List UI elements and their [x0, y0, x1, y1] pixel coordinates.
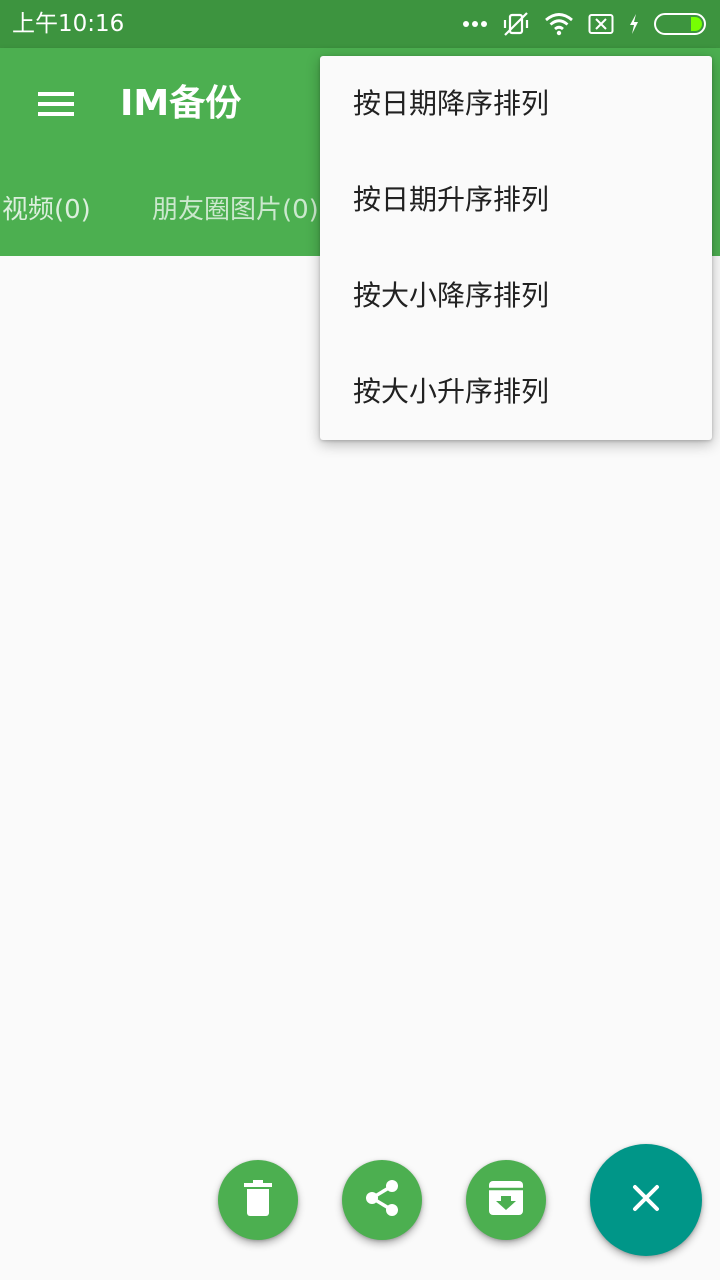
vibrate-off-icon: [502, 10, 530, 38]
share-button[interactable]: [342, 1160, 422, 1240]
status-icons: [462, 10, 708, 38]
tab-moments-images[interactable]: 朋友圈图片(0): [152, 188, 319, 232]
sort-menu: 按日期降序排列 按日期升序排列 按大小降序排列 按大小升序排列: [320, 56, 712, 440]
archive-download-icon: [487, 1179, 525, 1221]
more-dots-icon: [462, 19, 488, 29]
menu-item-date-desc[interactable]: 按日期降序排列: [320, 56, 712, 152]
trash-icon: [243, 1180, 273, 1220]
wifi-icon: [544, 12, 574, 36]
app-title: IM备份: [120, 83, 242, 124]
menu-item-size-desc[interactable]: 按大小降序排列: [320, 248, 712, 344]
delete-button[interactable]: [218, 1160, 298, 1240]
archive-button[interactable]: [466, 1160, 546, 1240]
battery-icon: [654, 12, 708, 36]
hamburger-menu-icon[interactable]: [28, 84, 84, 124]
charging-icon: [628, 13, 640, 35]
tab-moments-video[interactable]: 圈视频(0): [0, 188, 91, 232]
close-icon: [632, 1184, 660, 1216]
share-icon: [362, 1178, 402, 1222]
close-fab-button[interactable]: [590, 1144, 702, 1256]
status-time: 上午10:16: [12, 11, 125, 37]
menu-item-date-asc[interactable]: 按日期升序排列: [320, 152, 712, 248]
status-bar: 上午10:16: [0, 0, 720, 48]
menu-item-size-asc[interactable]: 按大小升序排列: [320, 344, 712, 440]
no-sim-icon: [588, 13, 614, 35]
